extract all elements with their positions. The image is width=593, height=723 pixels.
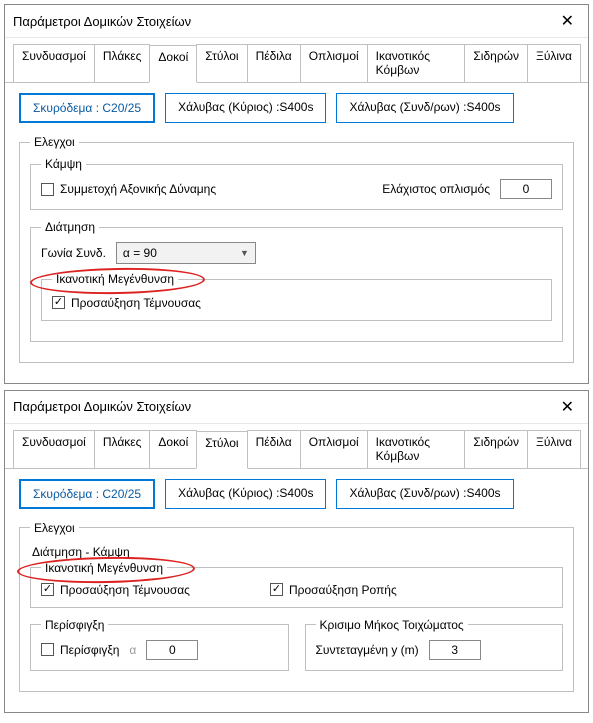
- capacity-amplification-group: Ικανοτική Μεγένθυνση Προσαύξηση Τέμνουσα…: [41, 272, 552, 321]
- checks-group: Ελεγχοι Κάμψη Συμμετοχή Αξονικής Δύναμης…: [19, 135, 574, 363]
- tab-capacity-joints[interactable]: Ικανοτικός Κόμβων: [367, 430, 466, 468]
- capacity-legend: Ικανοτική Μεγένθυνση: [41, 561, 167, 575]
- confinement-legend: Περίσφιγξη: [41, 618, 108, 632]
- checks-legend: Ελεγχοι: [30, 521, 79, 535]
- tab-footings[interactable]: Πέδιλα: [247, 430, 301, 468]
- content-area: Σκυρόδεμα : C20/25 Χάλυβας (Κύριος) :S40…: [5, 83, 588, 383]
- wall-legend: Κρισιμο Μήκος Τοιχώματος: [316, 618, 468, 632]
- close-icon[interactable]: ✕: [555, 397, 580, 417]
- shear-increase-label: Προσαύξηση Τέμνουσας: [71, 296, 201, 310]
- checkbox-icon: [41, 643, 54, 656]
- moment-increase-label: Προσαύξηση Ροπής: [289, 583, 397, 597]
- wall-y-label: Συντεταγμένη y (m): [316, 643, 419, 657]
- dialog-title: Παράμετροι Δομικών Στοιχείων: [13, 14, 191, 29]
- tab-columns[interactable]: Στύλοι: [196, 431, 247, 469]
- checkbox-icon: [41, 583, 54, 596]
- axial-label: Συμμετοχή Αξονικής Δύναμης: [60, 182, 216, 196]
- bending-group: Κάμψη Συμμετοχή Αξονικής Δύναμης Ελάχιστ…: [30, 157, 563, 210]
- content-area: Σκυρόδεμα : C20/25 Χάλυβας (Κύριος) :S40…: [5, 469, 588, 712]
- checkbox-icon: [41, 183, 54, 196]
- tab-strip: Συνδυασμοί Πλάκες Δοκοί Στύλοι Πέδιλα Οπ…: [5, 38, 588, 83]
- tab-strip: Συνδυασμοί Πλάκες Δοκοί Στύλοι Πέδιλα Οπ…: [5, 424, 588, 469]
- tab-reinforcement[interactable]: Οπλισμοί: [300, 44, 368, 82]
- shear-increase-label: Προσαύξηση Τέμνουσας: [60, 583, 190, 597]
- close-icon[interactable]: ✕: [555, 11, 580, 31]
- tab-slabs[interactable]: Πλάκες: [94, 44, 151, 82]
- concrete-button[interactable]: Σκυρόδεμα : C20/25: [19, 93, 155, 123]
- tab-slabs[interactable]: Πλάκες: [94, 430, 151, 468]
- shear-increase-checkbox[interactable]: Προσαύξηση Τέμνουσας: [52, 296, 201, 310]
- tab-footings[interactable]: Πέδιλα: [247, 44, 301, 82]
- checkbox-icon: [52, 296, 65, 309]
- tab-beams[interactable]: Δοκοί: [149, 45, 197, 83]
- chevron-down-icon: ▼: [240, 248, 249, 258]
- confinement-group: Περίσφιγξη Περίσφιγξη α 0: [30, 618, 289, 671]
- tab-steel[interactable]: Σιδηρών: [464, 430, 528, 468]
- angle-value: α = 90: [123, 246, 157, 260]
- dialog-columns: Παράμετροι Δομικών Στοιχείων ✕ Συνδυασμο…: [4, 390, 589, 713]
- wall-y-input[interactable]: 3: [429, 640, 481, 660]
- tab-timber[interactable]: Ξύλινα: [527, 44, 581, 82]
- tab-beams[interactable]: Δοκοί: [149, 430, 197, 468]
- checks-group: Ελεγχοι Διάτμηση - Κάμψη Ικανοτική Μεγέν…: [19, 521, 574, 692]
- wall-critical-length-group: Κρισιμο Μήκος Τοιχώματος Συντεταγμένη y …: [305, 618, 564, 671]
- tab-combinations[interactable]: Συνδυασμοί: [13, 430, 95, 468]
- confinement-label: Περίσφιγξη: [60, 643, 119, 657]
- alpha-label: α: [129, 643, 136, 657]
- checks-legend: Ελεγχοι: [30, 135, 79, 149]
- min-reinforcement-input[interactable]: 0: [500, 179, 552, 199]
- confinement-value-input[interactable]: 0: [146, 640, 198, 660]
- tab-timber[interactable]: Ξύλινα: [527, 430, 581, 468]
- checkbox-icon: [270, 583, 283, 596]
- bending-legend: Κάμψη: [41, 157, 86, 171]
- dialog-title: Παράμετροι Δομικών Στοιχείων: [13, 399, 191, 414]
- tab-reinforcement[interactable]: Οπλισμοί: [300, 430, 368, 468]
- angle-select[interactable]: α = 90 ▼: [116, 242, 256, 264]
- titlebar: Παράμετροι Δομικών Στοιχείων ✕: [5, 391, 588, 424]
- titlebar: Παράμετροι Δομικών Στοιχείων ✕: [5, 5, 588, 38]
- steel-secondary-button[interactable]: Χάλυβας (Συνδ/ρων) :S400s: [336, 479, 513, 509]
- dialog-beams: Παράμετροι Δομικών Στοιχείων ✕ Συνδυασμο…: [4, 4, 589, 384]
- steel-main-button[interactable]: Χάλυβας (Κύριος) :S400s: [165, 93, 326, 123]
- min-reinforcement-label: Ελάχιστος οπλισμός: [382, 182, 490, 196]
- concrete-button[interactable]: Σκυρόδεμα : C20/25: [19, 479, 155, 509]
- steel-secondary-button[interactable]: Χάλυβας (Συνδ/ρων) :S400s: [336, 93, 513, 123]
- shear-increase-checkbox[interactable]: Προσαύξηση Τέμνουσας: [41, 583, 190, 597]
- moment-increase-checkbox[interactable]: Προσαύξηση Ροπής: [270, 583, 397, 597]
- tab-steel[interactable]: Σιδηρών: [464, 44, 528, 82]
- shear-bending-line: Διάτμηση - Κάμψη: [32, 545, 563, 559]
- tab-capacity-joints[interactable]: Ικανοτικός Κόμβων: [367, 44, 466, 82]
- axial-checkbox[interactable]: Συμμετοχή Αξονικής Δύναμης: [41, 182, 216, 196]
- capacity-legend: Ικανοτική Μεγένθυνση: [52, 272, 178, 286]
- angle-label: Γωνία Συνδ.: [41, 246, 106, 260]
- shear-group: Διάτμηση Γωνία Συνδ. α = 90 ▼ Ικανοτική …: [30, 220, 563, 342]
- shear-legend: Διάτμηση: [41, 220, 99, 234]
- confinement-checkbox[interactable]: Περίσφιγξη: [41, 643, 119, 657]
- steel-main-button[interactable]: Χάλυβας (Κύριος) :S400s: [165, 479, 326, 509]
- capacity-amplification-group: Ικανοτική Μεγένθυνση Προσαύξηση Τέμνουσα…: [30, 561, 563, 608]
- tab-columns[interactable]: Στύλοι: [196, 44, 247, 82]
- tab-combinations[interactable]: Συνδυασμοί: [13, 44, 95, 82]
